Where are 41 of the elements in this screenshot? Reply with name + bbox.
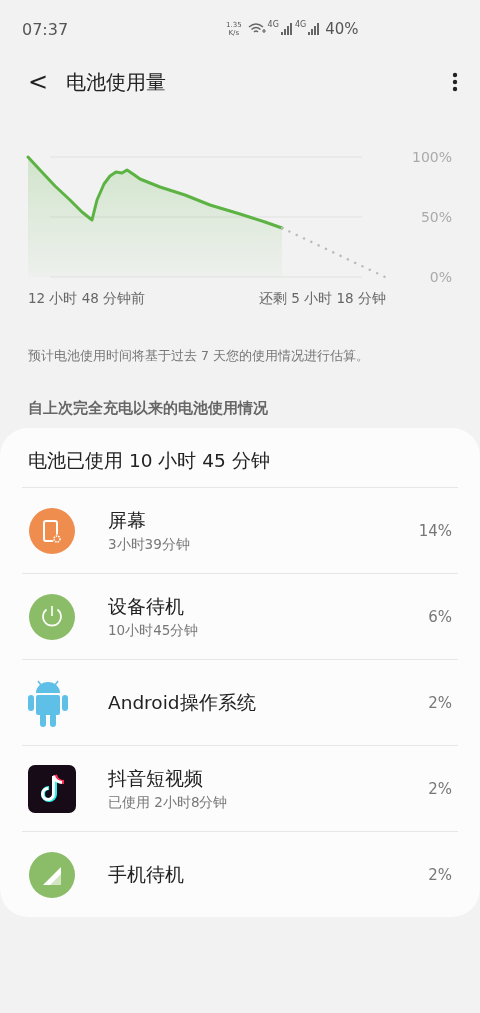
usage-item[interactable]: 屏幕 3小时39分钟 14% [22, 488, 458, 574]
axis-label: 0% [429, 269, 452, 285]
section-title: 自上次完全充电以来的电池使用情况 [28, 399, 269, 418]
usage-item[interactable]: 手机待机 2% [22, 832, 458, 917]
item-duration: 已使用 2小时8分钟 [108, 793, 229, 812]
phone-gear-icon [28, 506, 76, 555]
item-percent: 14% [418, 521, 453, 540]
item-duration: 3小时39分钟 [108, 535, 191, 554]
item-name: 抖音短视频 [108, 766, 204, 791]
status-time: 07:37 [22, 19, 69, 39]
more-options-icon[interactable] [452, 72, 458, 92]
axis-label: 50% [420, 209, 452, 225]
item-name: 手机待机 [108, 863, 185, 887]
item-name: Android操作系统 [108, 691, 257, 715]
item-percent: 2% [428, 693, 453, 712]
usage-item[interactable]: 抖音短视频 已使用 2小时8分钟 2% [22, 746, 458, 832]
item-percent: 6% [428, 607, 453, 626]
back-button[interactable]: < [24, 68, 52, 96]
item-percent: 2% [428, 779, 453, 798]
item-name: 屏幕 [108, 508, 147, 533]
network-type: 4G [267, 20, 279, 29]
page-title: 电池使用量 [66, 68, 167, 96]
usage-item[interactable]: Android操作系统 2% [22, 660, 458, 746]
item-percent: 2% [428, 865, 453, 884]
power-icon [28, 592, 76, 641]
wifi-icon [247, 23, 266, 35]
battery-percent: 40% [325, 20, 359, 38]
usage-item[interactable]: 设备待机 10小时45分钟 6% [22, 574, 458, 660]
item-duration: 10小时45分钟 [108, 621, 200, 640]
music-note-icon [28, 764, 76, 813]
item-name: 设备待机 [108, 594, 185, 619]
axis-label: 还剩 5 小时 18 分钟 [259, 290, 386, 308]
estimate-note: 预计电池使用时间将基于过去 7 天您的使用情况进行估算。 [28, 348, 370, 365]
signal-icon [28, 850, 76, 899]
axis-label: 12 小时 48 分钟前 [28, 290, 146, 308]
network-type: 4G [294, 20, 307, 29]
signal-icon [280, 23, 293, 35]
usage-total: 电池已使用 10 小时 45 分钟 [22, 428, 458, 488]
robot-icon [28, 678, 68, 727]
axis-label: 100% [411, 149, 452, 165]
signal-icon [308, 23, 321, 35]
